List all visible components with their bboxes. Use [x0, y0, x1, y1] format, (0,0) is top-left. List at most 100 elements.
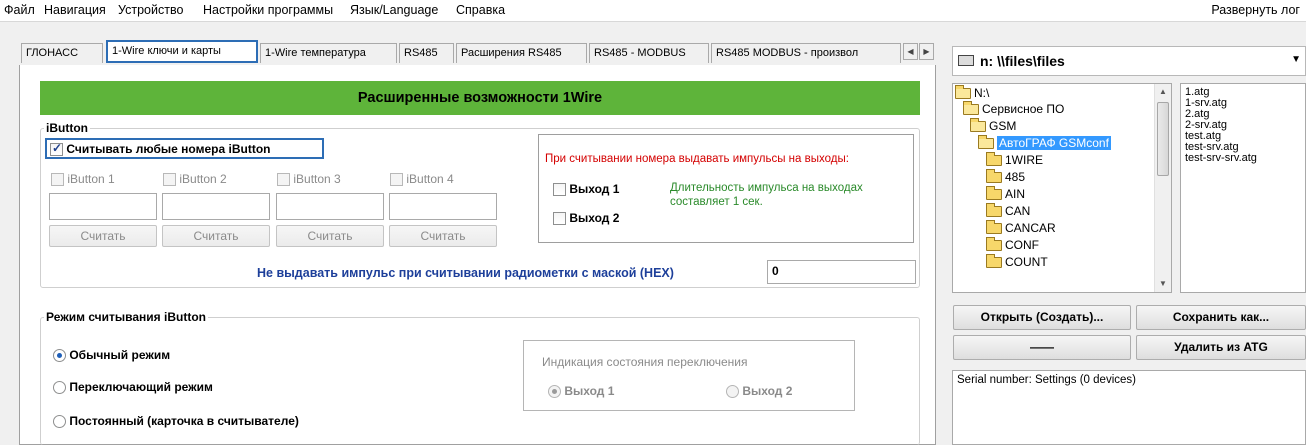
tab-strip: ГЛОНАСС 1-Wire ключи и карты 1-Wire темп… [19, 40, 936, 65]
tree-item[interactable]: AIN [986, 186, 1025, 202]
tab-scroll-left-icon[interactable]: ◀ [903, 43, 918, 60]
tree-scrollbar[interactable]: ▲ ▼ [1154, 84, 1171, 292]
file-item[interactable]: test-srv-srv.atg [1185, 153, 1257, 164]
tree-item[interactable]: Сервисное ПО [963, 101, 1065, 117]
expand-log-button[interactable]: Развернуть лог [1211, 3, 1300, 17]
ibutton-4-input[interactable] [389, 193, 497, 220]
read-any-checkbox[interactable] [50, 141, 63, 157]
menu-language[interactable]: Язык/Language [350, 3, 438, 17]
pulse-output-2-row[interactable]: Выход 2 [553, 211, 619, 226]
ibutton-2-input[interactable] [162, 193, 270, 220]
tree-item[interactable]: 485 [986, 169, 1026, 185]
folder-open-icon [955, 85, 971, 100]
tab-1wire-keys[interactable]: 1-Wire ключи и карты [106, 40, 258, 63]
tree-item-label: CONF [1005, 238, 1039, 252]
ibutton-2-checkbox[interactable] [163, 173, 176, 187]
tab-scroll-right-icon[interactable]: ▶ [919, 43, 934, 60]
read-any-checkbox-row[interactable]: Считывать любые номера iButton [50, 141, 271, 157]
pulse-output-2-checkbox[interactable] [553, 212, 566, 226]
save-as-button[interactable]: Сохранить как... [1136, 305, 1306, 330]
ibutton-2-label: iButton 2 [179, 172, 227, 186]
tab-1wire-temperature[interactable]: 1-Wire температура [260, 43, 397, 63]
indication-output-2-radio[interactable] [726, 385, 739, 399]
mode-normal-label: Обычный режим [69, 348, 171, 362]
chevron-down-icon[interactable]: ▼ [1291, 54, 1301, 65]
folder-icon [986, 169, 1002, 184]
directory-tree[interactable]: N:\ Сервисное ПО GSM АвтоГРАФ GSMconf 1W… [952, 83, 1172, 293]
mode-permanent-radio[interactable] [53, 415, 66, 429]
mode-toggle-row[interactable]: Переключающий режим [53, 380, 213, 395]
scroll-up-icon[interactable]: ▲ [1155, 84, 1171, 100]
tree-item-label: N:\ [974, 86, 990, 100]
read-any-label: Считывать любые номера iButton [66, 142, 271, 156]
scroll-thumb[interactable] [1157, 102, 1169, 176]
drive-selector[interactable]: n: \\files\files ▼ [952, 46, 1306, 76]
mode-permanent-row[interactable]: Постоянный (карточка в считывателе) [53, 414, 299, 429]
menu-bar: Файл Навигация Устройство Настройки прог… [0, 0, 1306, 22]
mode-normal-radio[interactable] [53, 349, 66, 363]
delete-from-atg-button[interactable]: Удалить из ATG [1136, 335, 1306, 360]
ibutton-3-label: iButton 3 [293, 172, 341, 186]
ibutton-4-read-button[interactable]: Считать [389, 225, 497, 247]
ibutton-1-checkbox-row[interactable]: iButton 1 [51, 172, 115, 187]
tree-item-label: Сервисное ПО [982, 102, 1065, 116]
tree-item[interactable]: 1WIRE [986, 152, 1043, 168]
folder-icon [986, 152, 1002, 167]
ibutton-1-checkbox[interactable] [51, 173, 64, 187]
tab-glonass[interactable]: ГЛОНАСС [21, 43, 103, 63]
ibutton-4-checkbox-row[interactable]: iButton 4 [390, 172, 454, 187]
open-create-button[interactable]: Открыть (Создать)... [953, 305, 1131, 330]
pulse-output-1-checkbox[interactable] [553, 183, 566, 197]
mode-normal-row[interactable]: Обычный режим [53, 348, 171, 363]
tree-item[interactable]: CONF [986, 237, 1039, 253]
indication-output-2-row[interactable]: Выход 2 [726, 384, 792, 399]
tab-rs485[interactable]: RS485 [399, 43, 454, 63]
scroll-down-icon[interactable]: ▼ [1155, 276, 1171, 292]
tab-rs485-extensions[interactable]: Расширения RS485 [456, 43, 587, 63]
tree-item-label: 485 [1005, 170, 1026, 184]
indication-title: Индикация состояния переключения [542, 355, 748, 369]
tab-rs485-modbus[interactable]: RS485 - MODBUS [589, 43, 709, 63]
ibutton-3-input[interactable] [276, 193, 384, 220]
pulse-output-1-label: Выход 1 [569, 182, 620, 196]
ibutton-2-checkbox-row[interactable]: iButton 2 [163, 172, 227, 187]
ibutton-3-read-button[interactable]: Считать [276, 225, 384, 247]
mode-permanent-label: Постоянный (карточка в считывателе) [69, 414, 299, 428]
menu-help[interactable]: Справка [456, 3, 505, 17]
file-list[interactable]: 1.atg 1-srv.atg 2.atg 2-srv.atg test.atg… [1180, 83, 1306, 293]
mask-label: Не выдавать импульс при считывании радио… [257, 266, 674, 280]
mode-toggle-radio[interactable] [53, 381, 66, 395]
tree-item-label: CAN [1005, 204, 1031, 218]
menu-device[interactable]: Устройство [118, 3, 183, 17]
tree-item[interactable]: CANCAR [986, 220, 1056, 236]
menu-file[interactable]: Файл [4, 3, 35, 17]
ibutton-3-checkbox[interactable] [277, 173, 290, 187]
ibutton-1-input[interactable] [49, 193, 157, 220]
pulse-output-1-row[interactable]: Выход 1 [553, 182, 620, 197]
mask-hex-input[interactable]: 0 [767, 260, 916, 284]
ibutton-3-checkbox-row[interactable]: iButton 3 [277, 172, 341, 187]
folder-icon [986, 203, 1002, 218]
indication-output-1-radio[interactable] [548, 385, 561, 399]
menu-settings[interactable]: Настройки программы [203, 3, 333, 17]
folder-open-icon [970, 118, 986, 133]
folder-icon [986, 220, 1002, 235]
pulse-duration-note: Длительность импульса на выходах составл… [670, 182, 863, 208]
serial-log: Serial number: Settings (0 devices) [952, 370, 1306, 445]
menu-navigation[interactable]: Навигация [44, 3, 106, 17]
ibutton-1-read-button[interactable]: Считать [49, 225, 157, 247]
tab-rs485-modbus-custom[interactable]: RS485 MODBUS - произвол [711, 43, 901, 63]
tree-item-label: COUNT [1005, 255, 1048, 269]
tree-item[interactable]: GSM [970, 118, 1017, 134]
tree-item[interactable]: CAN [986, 203, 1031, 219]
indication-output-1-row[interactable]: Выход 1 [548, 384, 614, 399]
ibutton-1-label: iButton 1 [67, 172, 115, 186]
ibutton-2-read-button[interactable]: Считать [162, 225, 270, 247]
tree-item[interactable]: N:\ [955, 85, 990, 101]
ibutton-4-checkbox[interactable] [390, 173, 403, 187]
tree-item[interactable]: COUNT [986, 254, 1048, 270]
dash-button[interactable]: —— [953, 335, 1131, 360]
tree-item-label: GSM [989, 119, 1017, 133]
tree-item-selected[interactable]: АвтоГРАФ GSMconf [978, 135, 1111, 151]
folder-open-icon [963, 101, 979, 116]
